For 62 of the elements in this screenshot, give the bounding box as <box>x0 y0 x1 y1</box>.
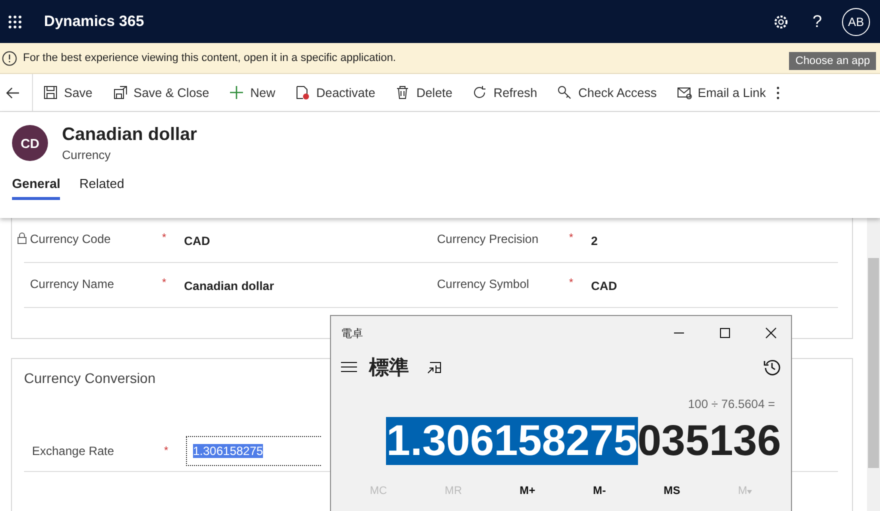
section-title: Currency Conversion <box>24 370 156 386</box>
expression-text: 100 ÷ 76.5604 = <box>687 396 776 411</box>
user-avatar[interactable]: AB <box>842 8 870 36</box>
help-button[interactable]: ? <box>812 12 822 32</box>
record-avatar: CD <box>12 125 48 161</box>
deactivate-icon <box>295 85 310 100</box>
close-icon[interactable] <box>765 327 777 339</box>
field-value[interactable]: CAD <box>591 277 617 307</box>
app-launcher-icon[interactable] <box>8 14 22 28</box>
command-button[interactable]: Delete <box>385 74 462 111</box>
field-value[interactable]: Canadian dollar <box>184 277 274 307</box>
field-label: Exchange Rate <box>31 444 116 458</box>
lock-icon <box>17 232 27 244</box>
command-button[interactable]: New <box>219 74 286 111</box>
save-close-icon <box>112 85 128 100</box>
required-icon: * <box>162 232 184 262</box>
command-button[interactable]: Deactivate <box>285 74 386 111</box>
result-display: 1.306158275035136 <box>385 416 781 467</box>
required-icon: * <box>162 277 184 307</box>
more-icon[interactable] <box>776 86 780 100</box>
info-icon <box>2 50 17 66</box>
scrollbar[interactable] <box>867 218 880 511</box>
mode-title: 標準 <box>369 356 409 380</box>
command-button[interactable]: Save & Close <box>102 74 220 111</box>
email-icon <box>676 85 692 100</box>
app-title: Dynamics 365 <box>44 13 144 30</box>
record-entity: Currency <box>62 148 112 162</box>
plus-icon <box>229 85 244 100</box>
command-button[interactable]: Refresh <box>462 74 548 111</box>
memory-button[interactable]: M- <box>593 485 606 497</box>
memory-button[interactable]: M+ <box>520 485 536 497</box>
tab[interactable]: Related <box>79 176 124 200</box>
menu-icon[interactable] <box>341 361 357 373</box>
settings-icon[interactable] <box>772 14 789 30</box>
refresh-icon <box>472 85 488 100</box>
command-button[interactable]: Email a Link <box>666 74 776 111</box>
key-icon <box>557 85 572 100</box>
exchange-rate-field[interactable]: 1.306158275 <box>186 436 321 466</box>
caret-icon <box>747 490 752 494</box>
field-value[interactable]: 2 <box>591 232 598 262</box>
field-label: Currency Code <box>30 232 111 246</box>
field-value[interactable]: CAD <box>184 232 210 262</box>
field-label: Currency Precision <box>437 232 538 246</box>
keep-on-top-icon[interactable] <box>427 360 442 374</box>
record-title: Canadian dollar <box>62 124 198 145</box>
tab[interactable]: General <box>12 176 60 200</box>
maximize-icon[interactable] <box>719 327 731 339</box>
history-icon[interactable] <box>763 358 781 376</box>
required-icon: * <box>164 445 186 457</box>
field-label: Currency Symbol <box>437 277 530 291</box>
field-label: Currency Name <box>30 277 114 291</box>
required-icon: * <box>569 277 591 307</box>
command-button[interactable]: Check Access <box>547 74 667 111</box>
back-icon[interactable] <box>6 86 20 98</box>
choose-app-button[interactable]: Choose an app <box>789 52 876 70</box>
save-icon <box>43 85 58 100</box>
trash-icon <box>395 85 410 100</box>
notice-text: For the best experience viewing this content, open it in a specific application. <box>23 52 396 64</box>
window-title: 電卓 <box>341 326 363 340</box>
command-button[interactable]: Save <box>32 74 102 111</box>
memory-button[interactable]: MS <box>664 485 680 497</box>
required-icon: * <box>569 232 591 262</box>
